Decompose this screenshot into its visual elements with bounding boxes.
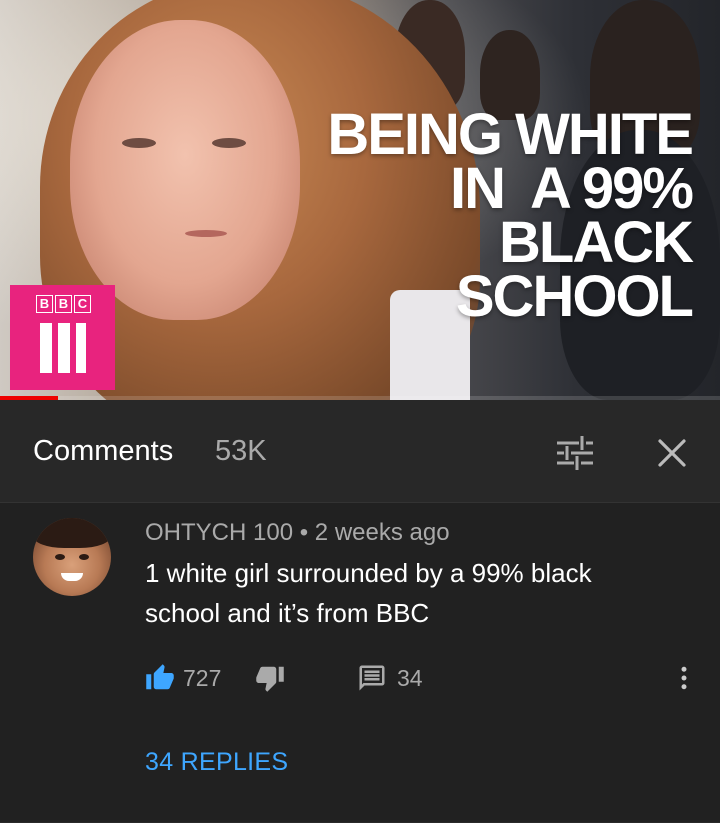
bbc-three-bars xyxy=(40,323,86,373)
mouth xyxy=(185,230,227,237)
bbc-three-logo: B B C xyxy=(10,285,115,390)
avatar-hair xyxy=(33,518,111,548)
comment-thread: OHTYCH 100 • 2 weeks ago 1 white girl su… xyxy=(0,503,720,823)
more-options-button[interactable] xyxy=(669,658,699,698)
avatar-eye xyxy=(55,554,65,560)
close-button[interactable] xyxy=(650,431,694,475)
eye xyxy=(212,138,246,148)
comment-meta: OHTYCH 100 • 2 weeks ago xyxy=(145,519,450,547)
like-count: 727 xyxy=(183,664,222,691)
avatar-mouth xyxy=(61,573,83,581)
video-title-line: IN A 99% xyxy=(449,156,694,221)
like-button[interactable]: 727 xyxy=(145,658,221,698)
thumbs-up-icon xyxy=(146,664,174,690)
sort-sliders-icon xyxy=(557,436,593,470)
sort-button[interactable] xyxy=(553,431,597,475)
video-title-overlay: BEING WHITE IN A 99% BLACK SCHOOL xyxy=(292,102,694,329)
thumbs-down-icon xyxy=(256,666,284,692)
comment-author[interactable]: OHTYCH 100 xyxy=(145,519,293,546)
comment-time: 2 weeks ago xyxy=(314,519,450,546)
view-replies-link[interactable]: 34 REPLIES xyxy=(145,748,288,777)
comment-actions: 727 34 xyxy=(145,658,705,698)
bbc-letters: B B C xyxy=(36,295,91,313)
comments-header: Comments 53K xyxy=(0,400,720,503)
more-vertical-icon xyxy=(681,666,687,690)
girl-face xyxy=(70,20,300,320)
comment-text: 1 white girl surrounded by a 99% black s… xyxy=(145,558,592,628)
dislike-button[interactable] xyxy=(255,658,285,698)
bbc-letter: C xyxy=(74,295,91,313)
comments-count: 53K xyxy=(215,435,267,467)
meta-separator: • xyxy=(299,519,309,546)
video-title-line: BEING WHITE xyxy=(327,102,694,167)
reply-count: 34 xyxy=(397,664,423,691)
bbc-letter: B xyxy=(36,295,53,313)
avatar[interactable] xyxy=(33,518,111,596)
comments-title: Comments xyxy=(33,435,174,467)
video-player[interactable]: BEING WHITE IN A 99% BLACK SCHOOL B B C xyxy=(0,0,720,400)
bbc-letter: B xyxy=(55,295,72,313)
video-title-line: BLACK SCHOOL xyxy=(455,210,694,329)
close-icon xyxy=(658,439,686,467)
eye xyxy=(122,138,156,148)
reply-button[interactable]: 34 xyxy=(357,658,423,698)
comment-icon xyxy=(359,665,385,691)
avatar-eye xyxy=(79,554,89,560)
